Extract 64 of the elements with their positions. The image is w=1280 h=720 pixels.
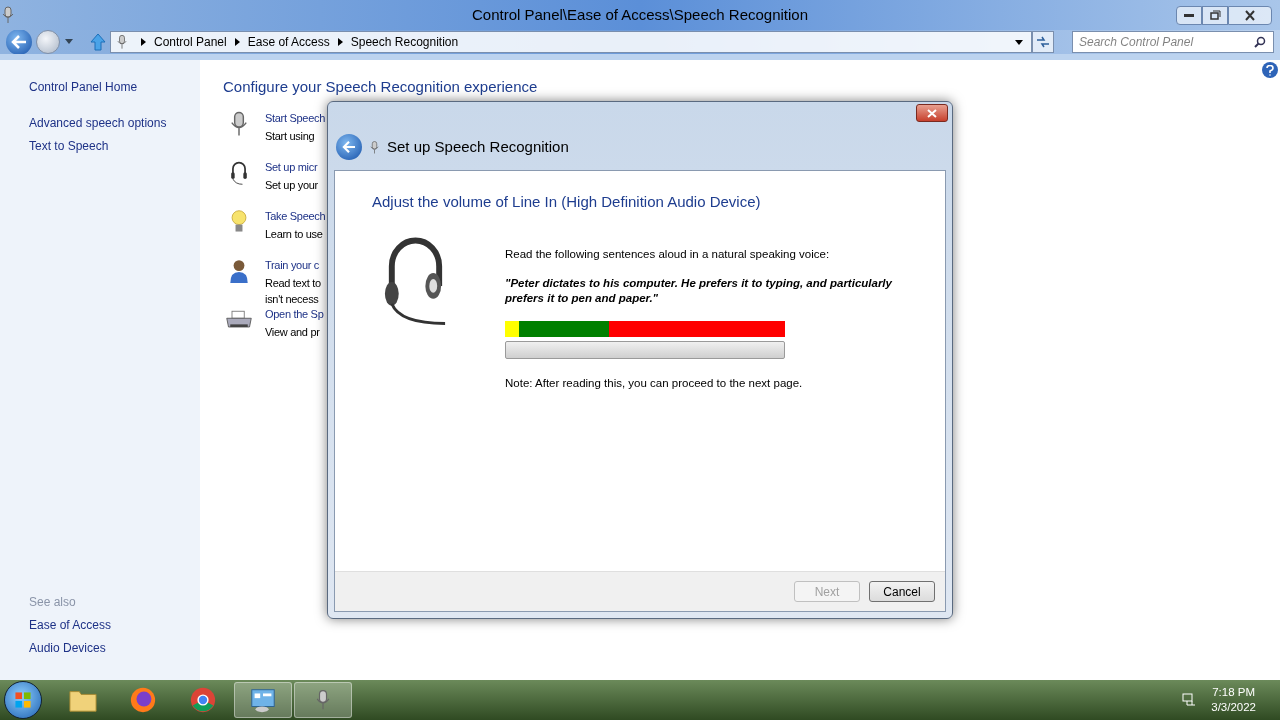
task-description: isn't necess xyxy=(265,291,320,307)
task-link[interactable]: Start Speech xyxy=(265,108,325,128)
back-arrow-icon xyxy=(11,35,27,49)
address-field[interactable]: Control Panel Ease of Access Speech Recognition xyxy=(110,31,1032,53)
taskbar-button[interactable] xyxy=(294,682,352,718)
close-button[interactable] xyxy=(916,104,948,122)
sidebar-link[interactable]: Control Panel Home xyxy=(29,76,200,99)
back-arrow-icon xyxy=(342,141,356,153)
dropdown-arrow-icon xyxy=(1015,39,1023,45)
network-icon xyxy=(1181,692,1198,708)
refresh-icon xyxy=(1036,36,1050,48)
task-link[interactable]: Take Speech xyxy=(265,206,326,226)
start-button[interactable] xyxy=(4,681,42,719)
forward-button[interactable] xyxy=(36,30,60,54)
restore-button[interactable] xyxy=(1202,5,1228,25)
control-panel-icon xyxy=(249,686,277,714)
chevron-icon xyxy=(337,38,343,46)
breadcrumb-item[interactable]: Speech Recognition xyxy=(350,33,459,51)
task-description: Learn to use xyxy=(265,226,324,242)
task-link[interactable]: Train your c xyxy=(265,255,321,275)
dialog-button[interactable]: Cancel xyxy=(869,581,935,602)
search-field[interactable]: Search Control Panel xyxy=(1072,31,1274,53)
task-description: Set up your xyxy=(265,177,318,193)
dropdown-arrow-icon xyxy=(64,38,74,46)
sidebar-link[interactable]: Advanced speech options xyxy=(29,112,200,135)
page-heading: Configure your Speech Recognition experience xyxy=(223,77,539,97)
help-icon[interactable] xyxy=(1262,62,1278,78)
sidebar-link[interactable]: Audio Devices xyxy=(29,637,200,660)
microphone-icon xyxy=(2,6,14,24)
microphone-icon xyxy=(370,139,379,155)
task-description: Read text to xyxy=(265,275,321,291)
dialog-heading: Adjust the volume of Line In (High Definition Audio Device) xyxy=(372,192,762,212)
minimize-icon xyxy=(1184,13,1194,17)
see-also-heading: See also xyxy=(29,594,77,611)
dialog-title: Set up Speech Recognition xyxy=(387,136,569,157)
minimize-button[interactable] xyxy=(1176,5,1202,25)
refresh-button[interactable] xyxy=(1032,31,1054,53)
task-description: View and pr xyxy=(265,324,321,340)
microphone-icon xyxy=(117,34,127,50)
globe-icon xyxy=(129,686,157,714)
chevron-icon xyxy=(141,38,146,46)
window-title: Control Panel\Ease of Access\Speech Recognition xyxy=(472,4,808,25)
quote-text: "Peter dictates to his computer. He prefers it to typing, and particularly prefers it to pen and paper." xyxy=(505,275,893,306)
task-link[interactable]: Set up micr xyxy=(265,157,318,177)
close-icon xyxy=(927,108,937,118)
instruction-text: Read the following sentences aloud in a natural speaking voice: xyxy=(505,246,831,262)
breadcrumb-item[interactable]: Control Panel xyxy=(154,33,227,51)
task-link[interactable]: Open the Sp xyxy=(265,304,324,324)
chevron-icon xyxy=(234,38,240,46)
back-button[interactable] xyxy=(6,29,32,55)
close-button[interactable] xyxy=(1228,5,1272,25)
back-button[interactable] xyxy=(336,134,362,160)
task-description: Start using xyxy=(265,128,316,144)
up-arrow-icon xyxy=(90,33,106,51)
sidebar-link[interactable]: Text to Speech xyxy=(29,135,200,158)
taskbar-button[interactable] xyxy=(234,682,292,718)
restore-icon xyxy=(1208,8,1222,22)
breadcrumb-item[interactable]: Ease of Access xyxy=(247,33,330,51)
note-text: Note: After reading this, you can proceed to the next page. xyxy=(505,375,804,391)
circle-logo-icon xyxy=(189,686,217,714)
sidebar-link[interactable]: Ease of Access xyxy=(29,614,200,637)
clock-date: 3/3/2022 xyxy=(1211,700,1256,715)
close-icon xyxy=(1243,8,1257,22)
clock-time: 7:18 PM xyxy=(1212,685,1256,700)
